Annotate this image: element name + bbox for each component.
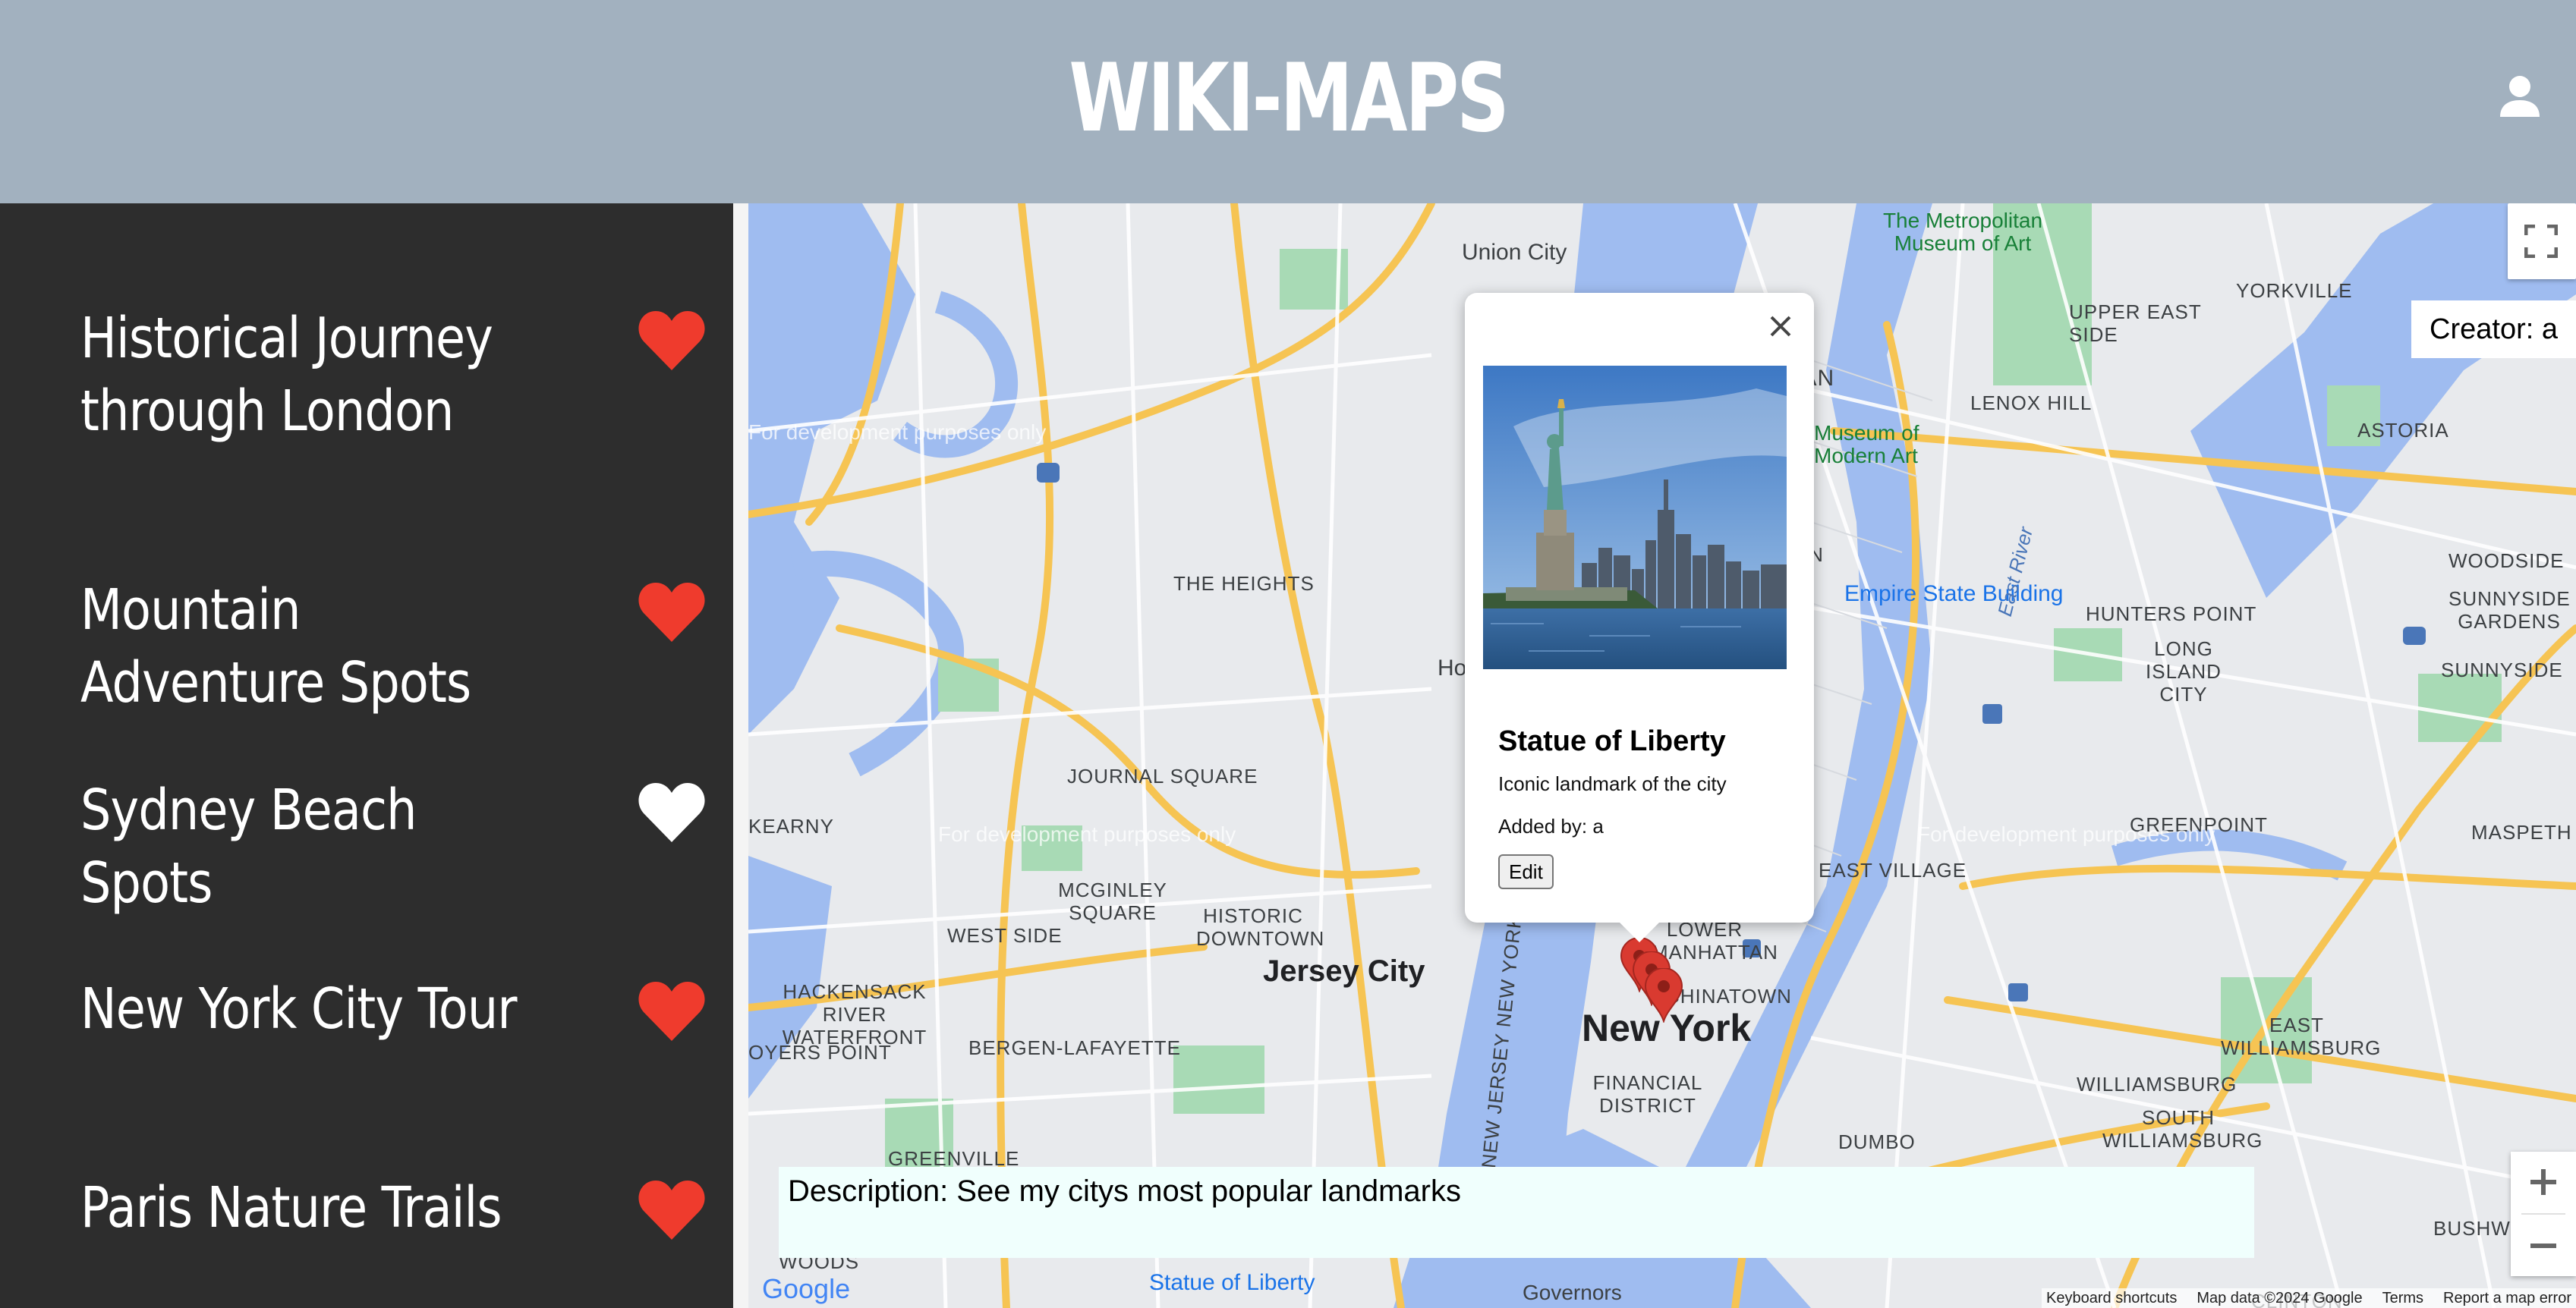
map-list-item-label: Historical Journey through London (80, 306, 493, 444)
fullscreen-icon (2524, 225, 2558, 258)
plus-icon (2530, 1169, 2556, 1195)
edit-button[interactable]: Edit (1498, 854, 1554, 889)
zoom-out-button[interactable] (2511, 1215, 2576, 1276)
terms-link[interactable]: Terms (2382, 1290, 2423, 1307)
map-list-item-label: New York City Tour (80, 976, 517, 1042)
keyboard-shortcuts-link[interactable]: Keyboard shortcuts (2046, 1290, 2177, 1307)
heart-icon[interactable] (638, 581, 706, 643)
map-list-item[interactable]: Mountain Adventure Spots (0, 574, 733, 715)
map-list-item[interactable]: Paris Nature Trails (0, 1171, 733, 1247)
heart-icon[interactable] (638, 1179, 706, 1241)
map-canvas[interactable]: Union City The Metropolitan Museum of Ar… (748, 203, 2576, 1308)
map-list-sidebar: Historical Journey through London Mounta… (0, 203, 733, 1308)
zoom-control (2511, 1152, 2576, 1276)
app-title: WIKI-MAPS (1069, 44, 1509, 153)
place-marker[interactable] (1644, 967, 1683, 1024)
place-added-by: Added by: a (1498, 815, 1604, 838)
place-description: Iconic landmark of the city (1498, 772, 1727, 795)
zoom-in-button[interactable] (2511, 1152, 2576, 1212)
google-logo-text: Google (762, 1273, 851, 1304)
report-error-link[interactable]: Report a map error (2443, 1290, 2571, 1307)
app-header: WIKI-MAPS (0, 0, 2576, 203)
google-logo[interactable]: Google (762, 1273, 850, 1305)
zoom-separator (2521, 1213, 2565, 1215)
map-creator: Creator: a (2411, 300, 2576, 358)
minus-icon (2530, 1244, 2556, 1248)
place-title: Statue of Liberty (1498, 725, 1726, 757)
map-data-text: Map data ©2024 Google (2197, 1289, 2363, 1306)
map-list-item-label: Paris Nature Trails (80, 1175, 502, 1240)
map-description: Description: See my citys most popular l… (779, 1167, 2254, 1258)
place-infowindow: Statue of Liberty Iconic landmark of the… (1465, 293, 1814, 942)
fullscreen-button[interactable] (2508, 203, 2576, 279)
heart-icon[interactable] (638, 980, 706, 1042)
map-list-item-label: Sydney Beach Spots (80, 778, 417, 916)
map-attribution: Keyboard shortcuts Map data ©2024 Google… (2042, 1288, 2576, 1308)
heart-outline-icon[interactable] (638, 781, 706, 844)
map-list-item[interactable]: Historical Journey through London (0, 302, 733, 454)
map-list-item-label: Mountain Adventure Spots (80, 577, 471, 715)
map-list-item[interactable]: New York City Tour (0, 973, 733, 1049)
map-list-item[interactable]: Sydney Beach Spots (0, 774, 733, 916)
close-icon[interactable] (1765, 311, 1796, 341)
place-photo (1483, 366, 1787, 669)
user-icon[interactable] (2493, 70, 2547, 124)
heart-icon[interactable] (638, 310, 706, 372)
sidebar-divider (733, 203, 748, 1308)
